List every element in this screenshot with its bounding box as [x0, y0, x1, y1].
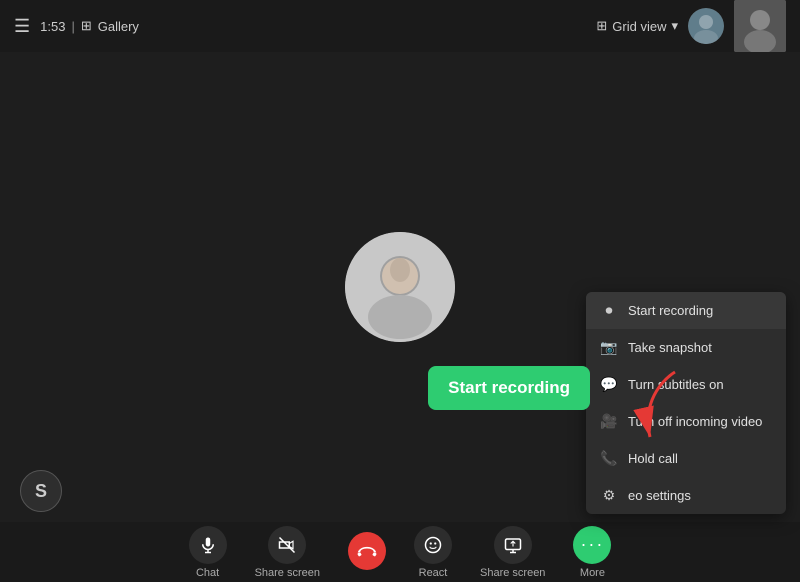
bottom-toolbar: Chat Share screen	[0, 522, 800, 582]
hold-icon: 📞	[600, 450, 618, 467]
remote-avatar-small	[734, 0, 786, 52]
mic-button[interactable]: Chat	[189, 526, 227, 579]
more-icon: ···	[573, 526, 611, 564]
menu-item-start-recording[interactable]: ⏺ Start recording	[586, 292, 786, 329]
end-call-svg	[357, 545, 377, 557]
arrow-indicator	[620, 362, 700, 452]
menu-label-hold-call: Hold call	[628, 451, 678, 466]
video-icon-btn	[268, 526, 306, 564]
share-screen-button[interactable]: Share screen	[480, 526, 545, 579]
react-label: React	[419, 567, 448, 579]
hamburger-icon[interactable]: ☰	[14, 16, 30, 37]
end-call-icon	[348, 532, 386, 570]
start-recording-callout: Start recording	[428, 366, 590, 410]
react-icon	[414, 526, 452, 564]
menu-label-take-snapshot: Take snapshot	[628, 340, 712, 355]
red-arrow-svg	[620, 362, 700, 452]
more-dots: ···	[580, 534, 604, 555]
more-button[interactable]: ··· More	[573, 526, 611, 579]
top-bar-left: ☰ 1:53 | ⊞ Gallery	[14, 16, 139, 37]
react-svg	[424, 536, 442, 554]
menu-label-video-settings: eo settings	[628, 488, 691, 503]
end-call-button[interactable]	[348, 532, 386, 573]
mic-label: Chat	[196, 567, 219, 579]
microphone-svg	[199, 536, 217, 554]
menu-item-video-settings[interactable]: ⚙ eo settings	[586, 477, 786, 514]
grid-view-button[interactable]: ⊞ Grid view ▾	[596, 18, 678, 34]
share-icon	[494, 526, 532, 564]
center-participant-avatar	[345, 232, 455, 342]
participant-avatar-svg	[345, 232, 455, 342]
video-button[interactable]: Share screen	[255, 526, 320, 579]
separator: |	[71, 19, 74, 34]
record-icon: ⏺	[600, 302, 618, 319]
grid-view-label: Grid view	[612, 19, 666, 34]
top-bar-right: ⊞ Grid view ▾	[596, 0, 786, 52]
subtitles-icon: 💬	[600, 376, 618, 393]
menu-item-take-snapshot[interactable]: 📷 Take snapshot	[586, 329, 786, 366]
video-label: Share screen	[255, 567, 320, 579]
grid-icon: ⊞	[596, 18, 607, 34]
video-svg	[278, 536, 296, 554]
share-svg	[504, 536, 522, 554]
react-button[interactable]: React	[414, 526, 452, 579]
user-avatar	[688, 8, 724, 44]
s-label: S	[35, 481, 47, 502]
start-recording-text: Start recording	[448, 378, 570, 397]
menu-label-start-recording: Start recording	[628, 303, 713, 318]
gallery-label: Gallery	[98, 19, 139, 34]
share-label: Share screen	[480, 567, 545, 579]
call-info: 1:53 | ⊞ Gallery	[40, 18, 139, 34]
avatar-svg	[688, 8, 724, 44]
mic-icon	[189, 526, 227, 564]
video-icon: 🎥	[600, 413, 618, 430]
top-bar: ☰ 1:53 | ⊞ Gallery ⊞ Grid view ▾	[0, 0, 800, 52]
s-participant-avatar: S	[20, 470, 62, 512]
chevron-down-icon: ▾	[671, 18, 678, 34]
call-time: 1:53	[40, 19, 65, 34]
gallery-icon: ⊞	[81, 18, 92, 34]
settings-icon: ⚙	[600, 487, 618, 504]
snapshot-icon: 📷	[600, 339, 618, 356]
remote-avatar-svg	[734, 0, 786, 52]
more-label: More	[580, 567, 605, 579]
